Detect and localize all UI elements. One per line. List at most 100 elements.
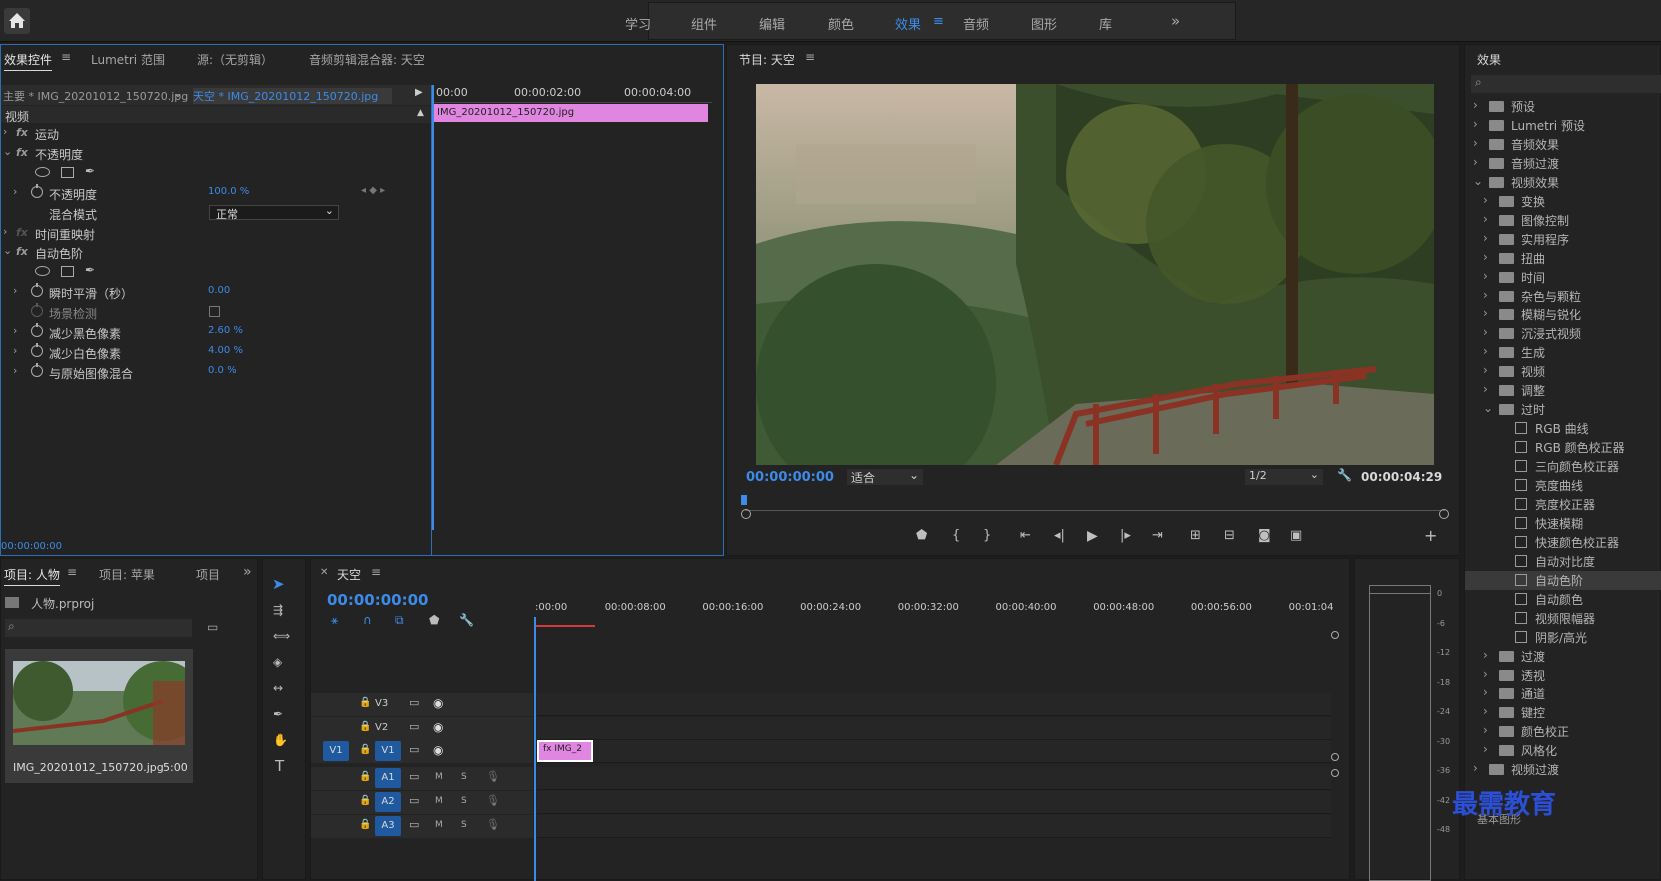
stopwatch-icon[interactable] bbox=[31, 342, 43, 357]
lock-icon[interactable]: 🔒 bbox=[359, 795, 371, 806]
workspace-tab[interactable]: 学习 bbox=[625, 14, 651, 33]
track-target[interactable]: V2 bbox=[375, 722, 388, 733]
track-target[interactable]: V3 bbox=[375, 698, 388, 709]
monitor-playhead[interactable] bbox=[741, 495, 747, 505]
pen-mask-icon[interactable]: ✒ bbox=[85, 263, 95, 277]
project-search-input[interactable]: ⌕ bbox=[5, 619, 192, 637]
lock-icon[interactable]: 🔒 bbox=[359, 819, 371, 830]
tab-audio-clip-mixer[interactable]: 音频剪辑混合器: 天空 bbox=[309, 51, 425, 68]
keyframe-nav-icon[interactable]: ◂ ◆ ▸ bbox=[361, 185, 385, 196]
chevron-right-icon[interactable]: › bbox=[1483, 382, 1488, 396]
resolution-dropdown[interactable]: 1/2 ⌄ bbox=[1245, 468, 1323, 485]
scene-detect-checkbox[interactable] bbox=[209, 306, 220, 318]
microphone-icon[interactable]: 🎙 bbox=[486, 770, 500, 783]
chevron-right-icon[interactable]: › bbox=[13, 364, 17, 377]
workspace-tab[interactable]: 组件 bbox=[691, 14, 717, 33]
panel-menu-icon[interactable]: ≡ bbox=[61, 50, 71, 64]
chevron-right-icon[interactable]: › bbox=[13, 284, 17, 297]
effects-folder-item[interactable]: › 沉浸式视频 bbox=[1465, 324, 1661, 343]
extract-icon[interactable]: ⊟ bbox=[1224, 528, 1235, 543]
chevron-right-icon[interactable]: › bbox=[1483, 648, 1488, 662]
workspace-tab[interactable]: 库 bbox=[1099, 14, 1112, 33]
effect-item[interactable]: 亮度曲线 bbox=[1465, 476, 1661, 495]
vertical-scroll-handle[interactable] bbox=[1331, 631, 1339, 639]
effect-clip-bar[interactable]: IMG_20201012_150720.jpg bbox=[433, 104, 708, 122]
play-icon[interactable]: ▶ bbox=[1087, 528, 1098, 544]
pen-tool-icon[interactable]: ✒ bbox=[273, 707, 283, 721]
property-value[interactable]: 4.00 % bbox=[208, 345, 243, 356]
effect-item[interactable]: 快速模糊 bbox=[1465, 514, 1661, 533]
effects-folder-item[interactable]: › 颜色校正 bbox=[1465, 722, 1661, 741]
sync-lock-icon[interactable]: ▭ bbox=[409, 794, 419, 807]
chevron-right-icon[interactable]: › bbox=[1473, 98, 1478, 112]
property-value[interactable]: 2.60 % bbox=[208, 325, 243, 336]
effects-folder-item[interactable]: ⌄ 视频效果 bbox=[1465, 173, 1661, 192]
chevron-right-icon[interactable]: › bbox=[1483, 231, 1488, 245]
solo-button[interactable]: S bbox=[461, 796, 467, 806]
step-forward-icon[interactable]: |▸ bbox=[1120, 528, 1131, 543]
effect-item[interactable]: 自动颜色 bbox=[1465, 590, 1661, 609]
effects-folder-item[interactable]: › 视频 bbox=[1465, 362, 1661, 381]
sequence-clip-label[interactable]: 天空 * IMG_20201012_150720.jpg bbox=[193, 88, 393, 104]
fx-toggle-icon[interactable]: fx bbox=[16, 226, 28, 239]
effects-folder-item[interactable]: › 预设 bbox=[1465, 97, 1661, 116]
selection-tool-icon[interactable]: ➤ bbox=[272, 575, 285, 593]
workspace-tab[interactable]: 音频 bbox=[963, 14, 989, 33]
track-lane[interactable] bbox=[537, 791, 1331, 814]
zoom-handle[interactable] bbox=[741, 509, 751, 519]
chevron-right-icon[interactable]: › bbox=[1483, 288, 1488, 302]
timeline-settings-icon[interactable]: 🔧 bbox=[459, 613, 474, 627]
workspace-tab[interactable]: 编辑 bbox=[759, 14, 785, 33]
microphone-icon[interactable]: 🎙 bbox=[486, 818, 500, 831]
more-workspaces-icon[interactable]: » bbox=[1171, 12, 1180, 30]
effects-folder-item[interactable]: › 音频过渡 bbox=[1465, 154, 1661, 173]
fx-toggle-icon[interactable]: fx bbox=[16, 126, 28, 139]
add-marker-icon[interactable]: ⬟ bbox=[916, 528, 927, 543]
tab-project[interactable]: 项目 bbox=[196, 566, 220, 583]
effects-folder-item[interactable]: › 透视 bbox=[1465, 666, 1661, 685]
source-patch[interactable]: V1 bbox=[323, 741, 349, 761]
lock-icon[interactable]: 🔒 bbox=[359, 771, 371, 782]
pen-mask-icon[interactable]: ✒ bbox=[85, 164, 95, 178]
property-value[interactable]: 0.0 % bbox=[208, 365, 237, 376]
chevron-right-icon[interactable]: › bbox=[1483, 325, 1488, 339]
effects-folder-item[interactable]: › 扭曲 bbox=[1465, 249, 1661, 268]
effects-folder-item[interactable]: › 视频过渡 bbox=[1465, 760, 1661, 779]
blend-mode-dropdown[interactable]: 正常 ⌄ bbox=[209, 204, 339, 221]
rectangle-mask-icon[interactable] bbox=[61, 166, 74, 178]
sequence-tab[interactable]: 天空 bbox=[337, 566, 361, 583]
sync-lock-icon[interactable]: ▭ bbox=[409, 818, 419, 831]
track-lane[interactable] bbox=[537, 740, 1331, 763]
master-clip-label[interactable]: 主要 * IMG_20201012_150720.jpg bbox=[3, 88, 188, 104]
slip-tool-icon[interactable]: ↔ bbox=[273, 681, 283, 695]
snap-icon[interactable]: ∩ bbox=[363, 613, 372, 627]
ellipse-mask-icon[interactable] bbox=[35, 166, 50, 177]
work-area-bar[interactable] bbox=[535, 625, 595, 627]
chevron-right-icon[interactable]: › bbox=[1473, 761, 1478, 775]
tab-effect-controls[interactable]: 效果控件 bbox=[4, 51, 53, 71]
workspace-tab[interactable]: 图形 bbox=[1031, 14, 1057, 33]
mute-button[interactable]: M bbox=[435, 820, 443, 830]
fx-toggle-icon[interactable]: fx bbox=[16, 146, 28, 159]
chevron-right-icon[interactable]: › bbox=[1483, 344, 1488, 358]
effect-item[interactable]: 阴影/高光 bbox=[1465, 628, 1661, 647]
chevron-right-icon[interactable]: › bbox=[1483, 742, 1488, 756]
chevron-right-icon[interactable]: › bbox=[1473, 136, 1478, 150]
ripple-edit-tool-icon[interactable]: ⟺ bbox=[273, 629, 290, 643]
chevron-right-icon[interactable]: › bbox=[1483, 193, 1488, 207]
effects-folder-item[interactable]: › 过渡 bbox=[1465, 647, 1661, 666]
effects-folder-item[interactable]: › 调整 bbox=[1465, 381, 1661, 400]
lift-icon[interactable]: ⊞ bbox=[1190, 528, 1201, 543]
track-lane[interactable] bbox=[537, 815, 1331, 838]
add-button-icon[interactable]: + bbox=[1424, 526, 1437, 545]
vertical-scroll-handle[interactable] bbox=[1331, 753, 1339, 761]
mark-in-icon[interactable]: { bbox=[952, 528, 960, 543]
effects-folder-item[interactable]: › 时间 bbox=[1465, 268, 1661, 287]
tab-source[interactable]: 源:（无剪辑） bbox=[197, 51, 273, 68]
property-value[interactable]: 0.00 bbox=[208, 285, 230, 296]
chevron-down-icon[interactable]: ⌄ bbox=[1473, 174, 1483, 188]
chevron-right-icon[interactable]: › bbox=[1473, 155, 1478, 169]
playhead-timecode[interactable]: 00:00:00:00 bbox=[746, 470, 834, 485]
chevron-right-icon[interactable]: › bbox=[3, 125, 7, 138]
eye-icon[interactable]: ◉ bbox=[433, 696, 443, 710]
